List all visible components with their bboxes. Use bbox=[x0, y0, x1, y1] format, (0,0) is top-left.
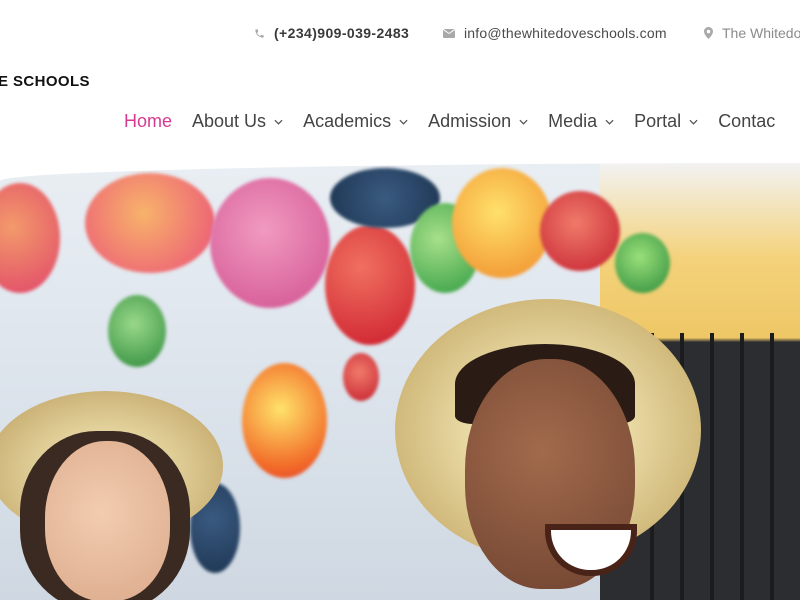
student-right bbox=[395, 299, 705, 600]
nav-item-label: Admission bbox=[428, 111, 512, 131]
address-text: The Whitedov bbox=[722, 25, 800, 41]
balloon-decoration bbox=[452, 168, 552, 278]
phone-number: (+234)909-039-2483 bbox=[274, 25, 410, 41]
contact-address: The Whitedov bbox=[704, 25, 800, 41]
balloon-decoration bbox=[108, 295, 166, 367]
balloon-decoration bbox=[210, 178, 330, 308]
balloon-decoration bbox=[85, 173, 215, 273]
hero-image bbox=[0, 163, 800, 600]
chevron-down-icon bbox=[605, 119, 614, 125]
chevron-down-icon bbox=[689, 119, 698, 125]
chevron-down-icon bbox=[274, 119, 283, 125]
student-left bbox=[0, 391, 230, 600]
balloon-decoration bbox=[615, 233, 670, 293]
student-face bbox=[45, 441, 170, 600]
nav-item-contact[interactable]: Contac bbox=[718, 111, 775, 132]
nav-item-label: Academics bbox=[303, 111, 392, 131]
nav-item-label: Contac bbox=[718, 111, 776, 131]
email-address: info@thewhitedoveschools.com bbox=[464, 25, 667, 41]
envelope-icon bbox=[443, 28, 455, 38]
site-logo-text[interactable]: E SCHOOLS bbox=[0, 73, 90, 90]
balloon-decoration bbox=[343, 353, 379, 401]
main-navigation: Home About Us Academics Admission Media … bbox=[124, 111, 795, 132]
top-contact-bar: (+234)909-039-2483 info@thewhitedovescho… bbox=[0, 0, 800, 64]
balloon-decoration bbox=[540, 191, 620, 271]
contact-email[interactable]: info@thewhitedoveschools.com bbox=[443, 25, 667, 41]
nav-item-academics[interactable]: Academics bbox=[303, 111, 408, 132]
chevron-down-icon bbox=[399, 119, 408, 125]
nav-item-about-us[interactable]: About Us bbox=[192, 111, 283, 132]
nav-item-media[interactable]: Media bbox=[548, 111, 614, 132]
contact-phone[interactable]: (+234)909-039-2483 bbox=[254, 25, 409, 41]
nav-item-label: About Us bbox=[192, 111, 267, 131]
nav-item-label: Media bbox=[548, 111, 598, 131]
nav-item-home[interactable]: Home bbox=[124, 111, 172, 132]
nav-item-label: Portal bbox=[634, 111, 682, 131]
nav-item-portal[interactable]: Portal bbox=[634, 111, 698, 132]
nav-item-admission[interactable]: Admission bbox=[428, 111, 528, 132]
phone-icon bbox=[254, 28, 265, 39]
map-pin-icon bbox=[704, 27, 713, 39]
nav-item-label: Home bbox=[124, 111, 173, 131]
balloon-decoration bbox=[242, 363, 327, 478]
chevron-down-icon bbox=[519, 119, 528, 125]
